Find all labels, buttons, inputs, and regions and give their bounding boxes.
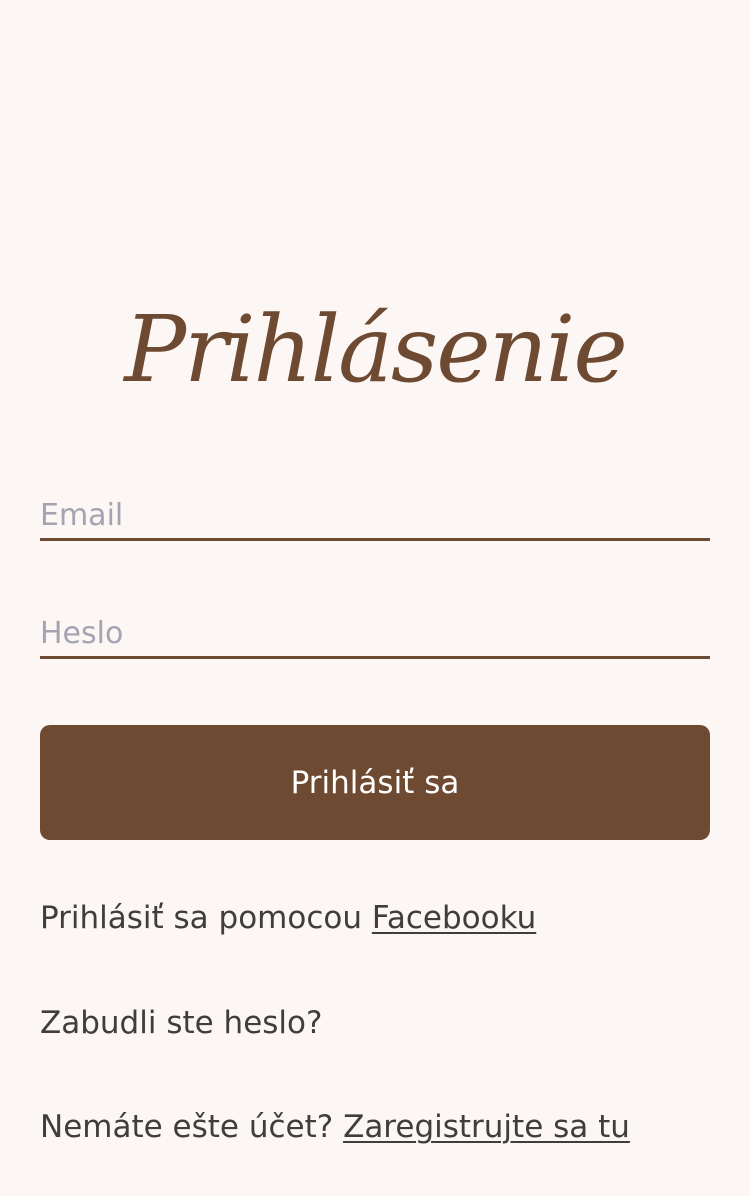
facebook-login-link[interactable]: Facebooku [372, 900, 536, 936]
password-field[interactable] [40, 610, 710, 659]
login-button[interactable]: Prihlásiť sa [40, 725, 710, 840]
page-title: Prihlásenie [124, 296, 628, 403]
forgot-password-line: Zabudli ste heslo? [40, 1005, 322, 1041]
facebook-login-text: Prihlásiť sa pomocou [40, 900, 372, 936]
register-link[interactable]: Zaregistrujte sa tu [343, 1109, 630, 1145]
email-field[interactable] [40, 492, 710, 541]
register-text: Nemáte ešte účet? [40, 1109, 344, 1145]
forgot-password-link[interactable]: Zabudli ste heslo? [40, 1005, 322, 1041]
facebook-login-line: Prihlásiť sa pomocou Facebooku [40, 900, 536, 936]
register-line: Nemáte ešte účet? Zaregistrujte sa tu [40, 1109, 630, 1145]
